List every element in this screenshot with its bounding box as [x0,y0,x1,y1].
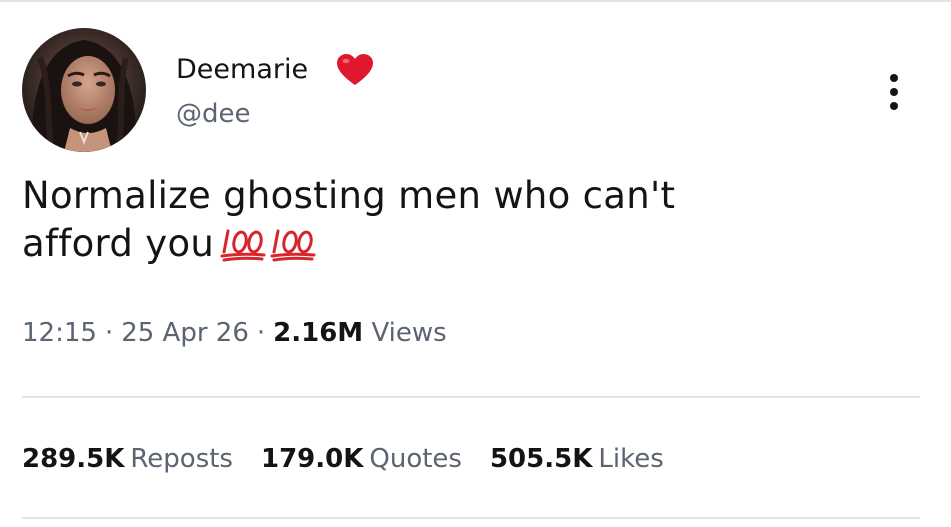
heart-icon [337,54,373,85]
quotes-stat[interactable]: 179.0K Quotes [261,441,462,477]
likes-label: Likes [598,444,664,474]
reposts-label: Reposts [130,444,233,474]
top-divider [0,0,951,2]
tweet-text-line-1: Normalize ghosting men who can't [22,174,676,217]
reposts-stat[interactable]: 289.5K Reposts [22,441,233,477]
divider [22,396,920,398]
tweet-text-line-2: afford you [22,220,922,268]
tweet-text-line-2-text: afford you [22,222,215,265]
likes-stat[interactable]: 505.5K Likes [490,441,664,477]
meta-separator: · [256,318,266,348]
quotes-label: Quotes [369,444,462,474]
tweet-date[interactable]: 25 Apr 26 [121,318,249,348]
hundred-points-icon [270,229,316,262]
reposts-count: 289.5K [22,444,125,474]
meta-separator: · [104,318,114,348]
divider [22,517,920,519]
likes-count: 505.5K [489,444,593,474]
hundred-points-icon [220,229,266,262]
avatar-image [22,28,146,152]
more-options-icon[interactable] [880,70,908,114]
avatar[interactable] [22,28,146,152]
views-count: 2.16M [273,318,364,348]
tweet-time[interactable]: 12:15 [22,318,97,348]
quotes-count: 179.0K [260,444,364,474]
user-handle[interactable]: @dee [176,98,251,130]
views-label: Views [371,318,447,348]
tweet-metadata: 12:15 · 25 Apr 26 · 2.16M Views [22,315,447,351]
display-name[interactable]: Deemarie [176,54,308,86]
tweet-text: Normalize ghosting men who can't afford … [22,172,922,268]
engagement-stats: 289.5K Reposts 179.0K Quotes 505.5K Likes [22,441,692,477]
